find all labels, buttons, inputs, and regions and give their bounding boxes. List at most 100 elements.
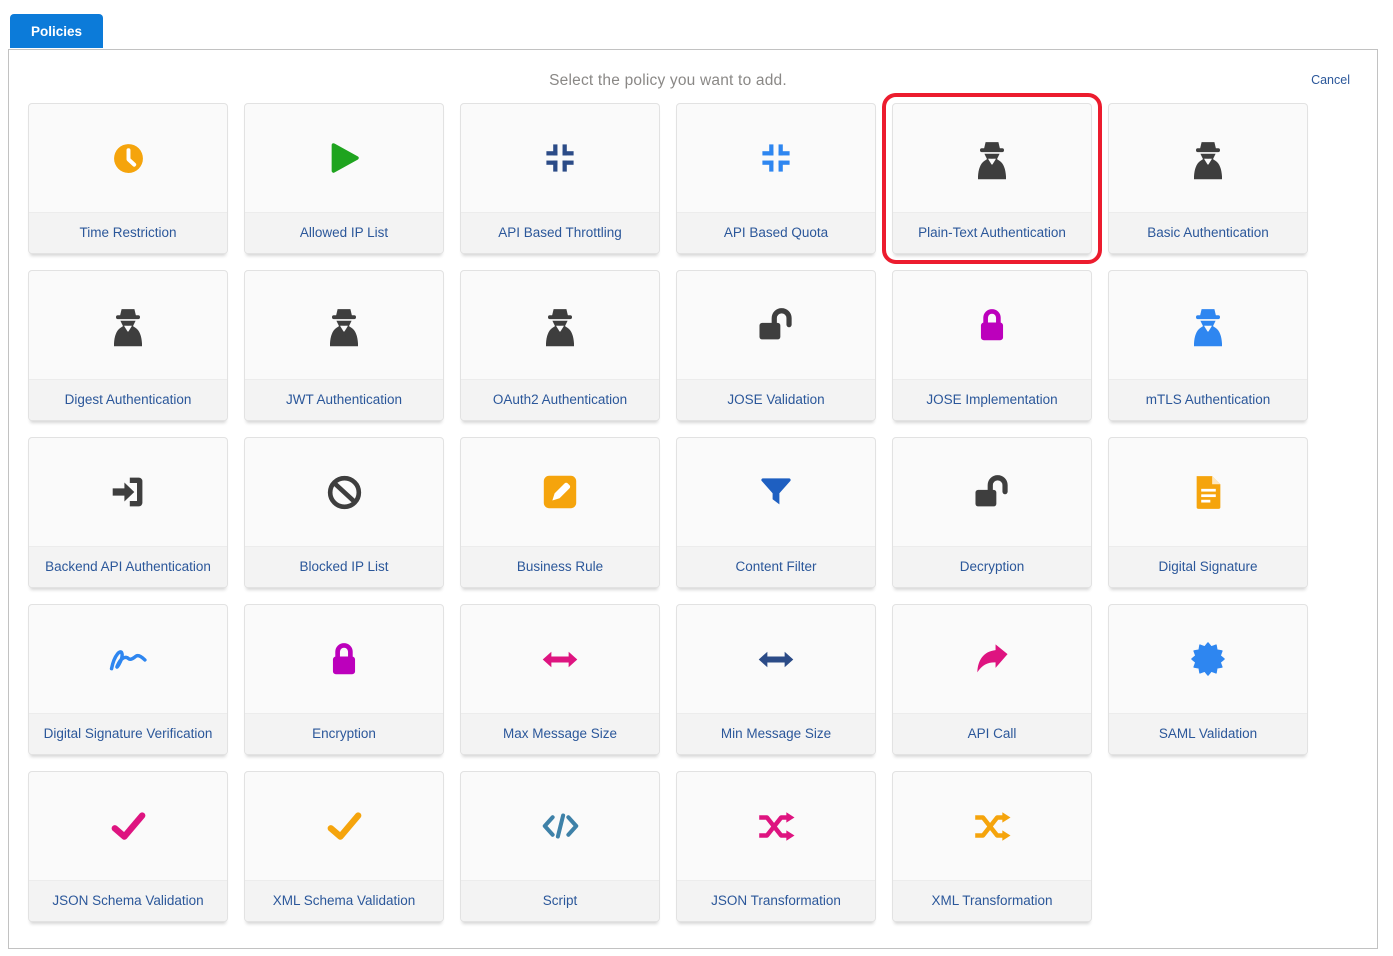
policy-card-jose-implementation[interactable]: JOSE Implementation: [892, 270, 1092, 421]
policy-card-digital-signature-verification[interactable]: Digital Signature Verification: [28, 604, 228, 755]
policy-label: Backend API Authentication: [45, 557, 211, 577]
policy-card-jose-validation[interactable]: JOSE Validation: [676, 270, 876, 421]
policy-label: Business Rule: [517, 557, 603, 577]
card-body: [29, 772, 227, 880]
policy-card-xml-schema-validation[interactable]: XML Schema Validation: [244, 771, 444, 922]
cancel-link[interactable]: Cancel: [1311, 73, 1350, 87]
card-body: [461, 104, 659, 212]
card-body: [677, 104, 875, 212]
policy-label: JOSE Validation: [727, 390, 824, 410]
policy-card-api-based-throttling[interactable]: API Based Throttling: [460, 103, 660, 254]
policy-label: Script: [543, 891, 578, 911]
card-body: [893, 772, 1091, 880]
shuffle-icon: [757, 811, 795, 842]
policy-card-oauth2-authentication[interactable]: OAuth2 Authentication: [460, 270, 660, 421]
policy-label: JOSE Implementation: [926, 390, 1057, 410]
policy-label: API Call: [968, 724, 1017, 744]
policy-label: Max Message Size: [503, 724, 617, 744]
policy-label: JWT Authentication: [286, 390, 402, 410]
card-body: [29, 605, 227, 713]
card-footer: Decryption: [893, 546, 1091, 587]
tab-policies[interactable]: Policies: [10, 14, 103, 48]
policy-card-content-filter[interactable]: Content Filter: [676, 437, 876, 588]
card-footer: Time Restriction: [29, 212, 227, 253]
card-body: [245, 271, 443, 379]
user-secret-icon: [324, 303, 364, 348]
lock-icon: [327, 641, 361, 677]
ban-icon: [326, 474, 363, 511]
card-body: [1109, 104, 1307, 212]
policy-card-time-restriction[interactable]: Time Restriction: [28, 103, 228, 254]
card-body: [677, 438, 875, 546]
policy-card-digest-authentication[interactable]: Digest Authentication: [28, 270, 228, 421]
policy-card-blocked-ip-list[interactable]: Blocked IP List: [244, 437, 444, 588]
card-footer: Plain-Text Authentication: [893, 212, 1091, 253]
card-footer: Max Message Size: [461, 713, 659, 754]
card-body: [461, 772, 659, 880]
policy-label: XML Transformation: [931, 891, 1052, 911]
policy-card-min-message-size[interactable]: Min Message Size: [676, 604, 876, 755]
arrows-h-icon: [757, 649, 795, 670]
card-body: [1109, 605, 1307, 713]
compress-icon: [543, 141, 577, 175]
policy-card-api-based-quota[interactable]: API Based Quota: [676, 103, 876, 254]
shuffle-icon: [973, 811, 1011, 842]
policy-label: Basic Authentication: [1147, 223, 1269, 243]
card-footer: JOSE Implementation: [893, 379, 1091, 420]
user-secret-icon: [108, 303, 148, 348]
card-body: [245, 104, 443, 212]
policy-card-basic-authentication[interactable]: Basic Authentication: [1108, 103, 1308, 254]
policy-card-allowed-ip-list[interactable]: Allowed IP List: [244, 103, 444, 254]
policy-label: Plain-Text Authentication: [918, 223, 1066, 243]
policy-label: mTLS Authentication: [1146, 390, 1271, 410]
card-footer: Content Filter: [677, 546, 875, 587]
policy-label: Blocked IP List: [299, 557, 388, 577]
card-body: [893, 271, 1091, 379]
sign-in-icon: [110, 474, 146, 510]
policy-card-plain-text-authentication[interactable]: Plain-Text Authentication: [892, 103, 1092, 254]
card-body: [677, 772, 875, 880]
policy-card-decryption[interactable]: Decryption: [892, 437, 1092, 588]
policy-card-business-rule[interactable]: Business Rule: [460, 437, 660, 588]
policy-label: Allowed IP List: [300, 223, 388, 243]
policy-card-jwt-authentication[interactable]: JWT Authentication: [244, 270, 444, 421]
policy-label: XML Schema Validation: [273, 891, 416, 911]
policy-card-saml-validation[interactable]: SAML Validation: [1108, 604, 1308, 755]
policy-card-mtls-authentication[interactable]: mTLS Authentication: [1108, 270, 1308, 421]
card-footer: Allowed IP List: [245, 212, 443, 253]
policy-card-backend-api-authentication[interactable]: Backend API Authentication: [28, 437, 228, 588]
policy-label: Time Restriction: [79, 223, 176, 243]
lock-icon: [975, 307, 1009, 343]
card-body: [461, 438, 659, 546]
policy-card-json-schema-validation[interactable]: JSON Schema Validation: [28, 771, 228, 922]
policy-card-digital-signature[interactable]: Digital Signature: [1108, 437, 1308, 588]
user-secret-icon: [1188, 136, 1228, 181]
card-body: [1109, 438, 1307, 546]
card-footer: Digital Signature: [1109, 546, 1307, 587]
card-footer: API Based Throttling: [461, 212, 659, 253]
play-icon: [325, 139, 363, 177]
card-body: [245, 438, 443, 546]
policy-card-script[interactable]: Script: [460, 771, 660, 922]
policy-card-encryption[interactable]: Encryption: [244, 604, 444, 755]
policy-card-xml-transformation[interactable]: XML Transformation: [892, 771, 1092, 922]
card-footer: Business Rule: [461, 546, 659, 587]
arrows-h-icon: [541, 649, 579, 670]
filter-icon: [759, 475, 793, 509]
user-secret-icon: [540, 303, 580, 348]
card-footer: SAML Validation: [1109, 713, 1307, 754]
card-footer: API Based Quota: [677, 212, 875, 253]
card-footer: API Call: [893, 713, 1091, 754]
policy-label: SAML Validation: [1159, 724, 1257, 744]
check-icon: [110, 811, 147, 842]
share-arrow-icon: [974, 643, 1010, 675]
card-footer: Digest Authentication: [29, 379, 227, 420]
policy-card-max-message-size[interactable]: Max Message Size: [460, 604, 660, 755]
card-footer: JSON Schema Validation: [29, 880, 227, 921]
policy-label: Content Filter: [735, 557, 816, 577]
card-body: [893, 104, 1091, 212]
policy-card-json-transformation[interactable]: JSON Transformation: [676, 771, 876, 922]
panel-header: Select the policy you want to add. Cance…: [9, 50, 1377, 103]
policy-card-api-call[interactable]: API Call: [892, 604, 1092, 755]
policy-label: JSON Schema Validation: [52, 891, 203, 911]
